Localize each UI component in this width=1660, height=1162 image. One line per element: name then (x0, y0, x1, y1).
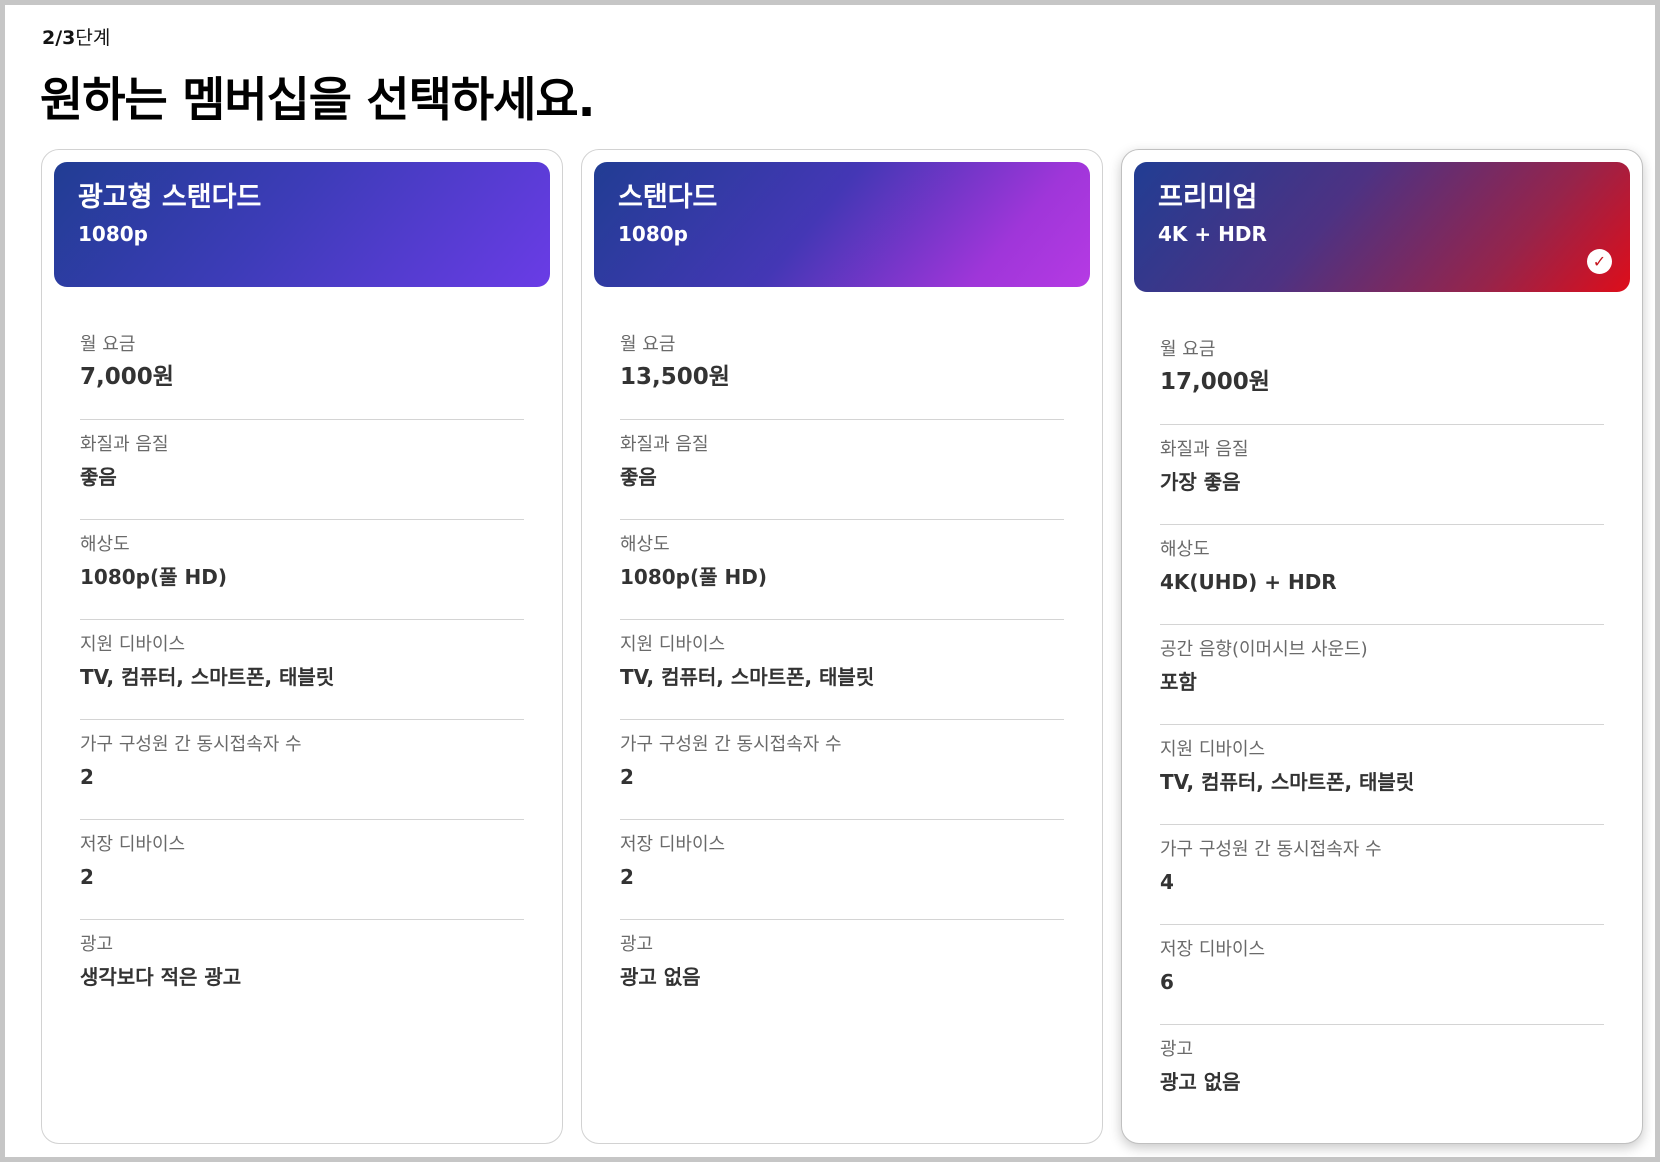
plan-feature-row: 저장 디바이스 2 (620, 820, 1064, 920)
feature-label: 저장 디바이스 (1160, 939, 1266, 960)
feature-value: 2 (80, 765, 94, 789)
feature-value: 2 (80, 865, 94, 889)
plan-card-standard[interactable]: 스탠다드 1080p 월 요금 13,500원화질과 음질좋음해상도 1080p(풀… (581, 149, 1103, 1144)
feature-label: 해상도 (620, 534, 670, 555)
plan-feature-row: 지원 디바이스 TV, 컴퓨터, 스마트폰, 태블릿 (80, 620, 524, 720)
feature-label: 가구 구성원 간 동시접속자 수 (620, 734, 842, 755)
feature-label: 지원 디바이스 (80, 634, 186, 655)
plan-feature-row: 공간 음향(이머시브 사운드) 포함 (1160, 625, 1604, 725)
feature-label: 저장 디바이스 (80, 834, 186, 855)
feature-value: 좋음 (620, 465, 657, 489)
plan-feature-row: 월 요금 7,000원 (80, 320, 524, 420)
plan-feature-row: 화질과 음질가장 좋음 (1160, 425, 1604, 525)
plan-card-header: 프리미엄 4K + HDR ✓ (1134, 162, 1630, 292)
feature-value: TV, 컴퓨터, 스마트폰, 태블릿 (620, 665, 875, 689)
feature-label: 해상도 (80, 534, 130, 555)
plan-name: 프리미엄 (1158, 182, 1258, 213)
plan-feature-row: 광고생각보다 적은 광고 (80, 920, 524, 1020)
plan-name: 스탠다드 (618, 182, 718, 213)
feature-value: 17,000원 (1160, 369, 1270, 395)
plan-card-header: 스탠다드 1080p (594, 162, 1090, 287)
feature-label: 가구 구성원 간 동시접속자 수 (1160, 839, 1382, 860)
feature-value: 1080p(풀 HD) (80, 565, 227, 589)
plan-feature-row: 월 요금 17,000원 (1160, 325, 1604, 425)
plan-resolution: 1080p (618, 222, 688, 246)
plan-feature-row: 광고광고 없음 (620, 920, 1064, 1020)
feature-value: 생각보다 적은 광고 (80, 965, 242, 989)
feature-value: 가장 좋음 (1160, 470, 1241, 494)
feature-label: 해상도 (1160, 539, 1210, 560)
plan-feature-row: 지원 디바이스 TV, 컴퓨터, 스마트폰, 태블릿 (1160, 725, 1604, 825)
feature-label: 지원 디바이스 (620, 634, 726, 655)
feature-value: TV, 컴퓨터, 스마트폰, 태블릿 (1160, 770, 1415, 794)
check-icon: ✓ (1587, 249, 1612, 274)
feature-label: 저장 디바이스 (620, 834, 726, 855)
plan-feature-row: 월 요금 13,500원 (620, 320, 1064, 420)
feature-value: 4 (1160, 870, 1174, 894)
feature-label: 가구 구성원 간 동시접속자 수 (80, 734, 302, 755)
plan-feature-row: 가구 구성원 간 동시접속자 수 4 (1160, 825, 1604, 925)
feature-value: 13,500원 (620, 364, 730, 390)
plan-feature-list: 월 요금 7,000원화질과 음질좋음해상도 1080p(풀 HD) 지원 디바이스 T… (80, 320, 524, 1020)
plan-card-ad-standard[interactable]: 광고형 스탠다드 1080p 월 요금 7,000원화질과 음질좋음해상도 1080… (41, 149, 563, 1144)
feature-value: TV, 컴퓨터, 스마트폰, 태블릿 (80, 665, 335, 689)
plan-feature-row: 해상도 4K(UHD) + HDR (1160, 525, 1604, 625)
feature-value: 2 (620, 765, 634, 789)
plan-feature-row: 가구 구성원 간 동시접속자 수 2 (620, 720, 1064, 820)
feature-label: 월 요금 (620, 334, 676, 355)
feature-value: 1080p(풀 HD) (620, 565, 767, 589)
feature-label: 광고 (1160, 1039, 1194, 1060)
page-title: 원하는 멤버십을 선택하세요. (40, 73, 595, 128)
feature-value: 6 (1160, 970, 1174, 994)
feature-label: 공간 음향(이머시브 사운드) (1160, 639, 1368, 660)
plan-feature-row: 화질과 음질좋음 (80, 420, 524, 520)
feature-value: 4K(UHD) + HDR (1160, 570, 1337, 594)
feature-value: 7,000원 (80, 364, 174, 390)
feature-value: 광고 없음 (620, 965, 701, 989)
plan-card-header: 광고형 스탠다드 1080p (54, 162, 550, 287)
plan-feature-list: 월 요금 13,500원화질과 음질좋음해상도 1080p(풀 HD) 지원 디바이스… (620, 320, 1064, 1020)
feature-label: 월 요금 (80, 334, 136, 355)
feature-value: 포함 (1160, 670, 1197, 694)
feature-label: 지원 디바이스 (1160, 739, 1266, 760)
plan-feature-row: 저장 디바이스 6 (1160, 925, 1604, 1025)
plan-feature-row: 지원 디바이스 TV, 컴퓨터, 스마트폰, 태블릿 (620, 620, 1064, 720)
feature-label: 화질과 음질 (620, 434, 709, 455)
plan-feature-row: 저장 디바이스 2 (80, 820, 524, 920)
step-indicator: 2/3단계 (42, 27, 111, 49)
feature-value: 2 (620, 865, 634, 889)
plan-feature-row: 가구 구성원 간 동시접속자 수 2 (80, 720, 524, 820)
feature-label: 화질과 음질 (80, 434, 169, 455)
plan-feature-row: 광고광고 없음 (1160, 1025, 1604, 1125)
plan-feature-list: 월 요금 17,000원화질과 음질가장 좋음해상도 4K(UHD) + HDR 공간… (1160, 325, 1604, 1125)
plan-name: 광고형 스탠다드 (78, 182, 262, 213)
plan-card-premium[interactable]: 프리미엄 4K + HDR ✓ 월 요금 17,000원화질과 음질가장 좋음해상… (1121, 149, 1643, 1144)
feature-value: 광고 없음 (1160, 1070, 1241, 1094)
feature-label: 화질과 음질 (1160, 439, 1249, 460)
feature-label: 광고 (620, 934, 654, 955)
feature-label: 광고 (80, 934, 114, 955)
feature-label: 월 요금 (1160, 339, 1216, 360)
feature-value: 좋음 (80, 465, 117, 489)
plan-feature-row: 해상도 1080p(풀 HD) (80, 520, 524, 620)
plan-resolution: 4K + HDR (1158, 222, 1267, 246)
plan-feature-row: 화질과 음질좋음 (620, 420, 1064, 520)
plan-resolution: 1080p (78, 222, 148, 246)
plan-feature-row: 해상도 1080p(풀 HD) (620, 520, 1064, 620)
page-frame: 2/3단계 원하는 멤버십을 선택하세요. 광고형 스탠다드 1080p 월 요… (0, 0, 1660, 1162)
